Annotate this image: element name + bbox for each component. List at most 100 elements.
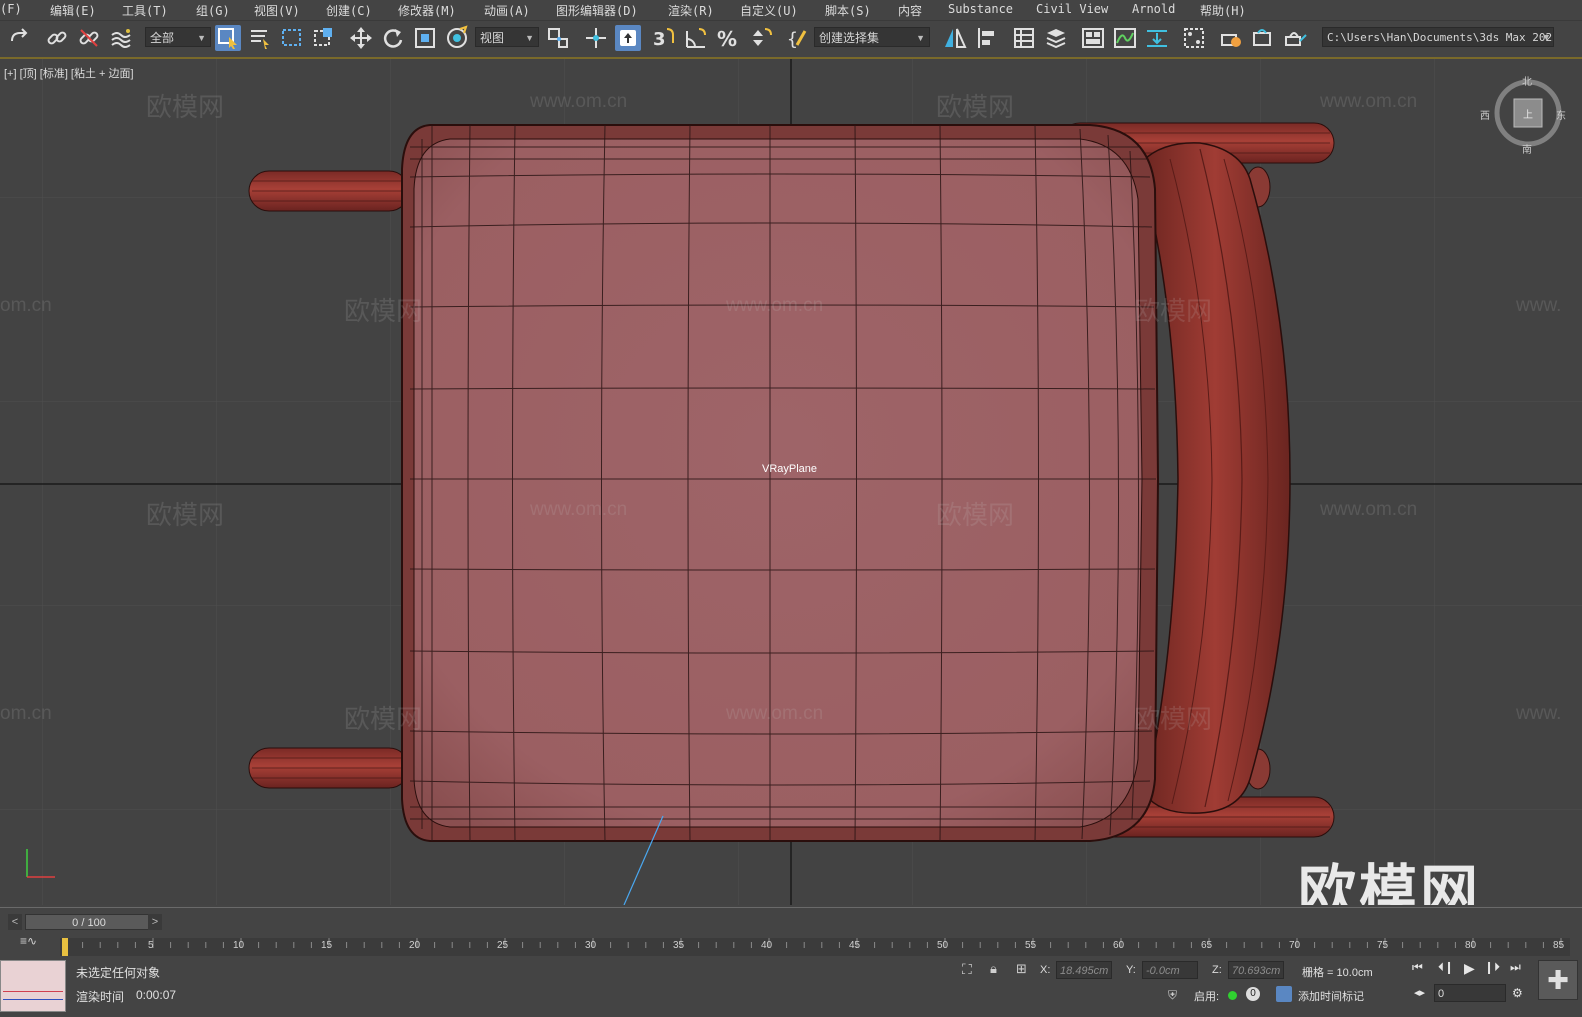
- enable-label: 启用:: [1194, 991, 1220, 1003]
- pivot-center-icon[interactable]: [545, 25, 571, 51]
- adaptive-degradation-icon[interactable]: ⛨: [1168, 988, 1177, 1003]
- time-tag-counter-icon[interactable]: 0: [1246, 987, 1260, 1001]
- menu-arnold[interactable]: Arnold: [1132, 2, 1175, 16]
- enabled-indicator-icon: [1228, 991, 1237, 1000]
- menu-content[interactable]: 内容: [898, 2, 922, 19]
- select-by-name-icon[interactable]: [247, 25, 273, 51]
- time-cursor[interactable]: [62, 938, 68, 956]
- time-slider-next[interactable]: >: [148, 914, 162, 930]
- menu-views[interactable]: 视图(V): [254, 2, 300, 19]
- select-manipulate-icon[interactable]: [583, 25, 609, 51]
- selection-filter-dropdown[interactable]: 全部 ▼: [145, 27, 211, 47]
- time-slider[interactable]: 0 / 100: [25, 914, 153, 930]
- menu-graph-editors[interactable]: 图形编辑器(D): [556, 2, 638, 19]
- tick-label: 65: [1201, 940, 1213, 951]
- link-icon[interactable]: [44, 25, 70, 51]
- y-coord-field[interactable]: -0.0cm: [1142, 961, 1198, 979]
- material-editor-icon[interactable]: [1181, 25, 1207, 51]
- mirror-icon[interactable]: [942, 25, 968, 51]
- watermark-url: www.om.cn: [530, 91, 628, 112]
- menu-customize[interactable]: 自定义(U): [740, 2, 798, 19]
- curve-editor-icon[interactable]: [1112, 25, 1138, 51]
- previous-frame-icon[interactable]: ⏴❙: [1438, 960, 1454, 975]
- render-production-icon[interactable]: [1282, 25, 1308, 51]
- toggle-ribbon-icon[interactable]: [1080, 25, 1106, 51]
- mini-curve-editor-icon[interactable]: ≡∿: [20, 934, 37, 948]
- rectangular-selection-region-icon[interactable]: [279, 25, 305, 51]
- viewcube-face-top[interactable]: 上: [1523, 106, 1533, 121]
- menu-file[interactable]: (F): [0, 2, 22, 16]
- add-time-tag-icon[interactable]: [1276, 986, 1292, 1002]
- time-track[interactable]: [60, 938, 1570, 956]
- angle-snap-icon[interactable]: [683, 25, 709, 51]
- rotate-icon[interactable]: [380, 25, 406, 51]
- isolate-selection-icon[interactable]: ⛶: [962, 961, 972, 978]
- reference-coordinate-dropdown[interactable]: 视图 ▼: [475, 27, 539, 47]
- tick-label: 45: [849, 940, 861, 951]
- align-icon[interactable]: [974, 25, 1000, 51]
- menu-help[interactable]: 帮助(H): [1200, 2, 1246, 19]
- menu-civil-view[interactable]: Civil View: [1036, 2, 1108, 16]
- status-bar: 未选定任何对象 渲染时间 0:00:07 ⛶ 🔒︎ ⊞ X: 18.495cm …: [0, 956, 1582, 1017]
- menu-create[interactable]: 创建(C): [326, 2, 372, 19]
- window-crossing-icon[interactable]: [311, 25, 337, 51]
- chair-seat-cushion[interactable]: [401, 124, 1160, 842]
- tick-label: 15: [321, 940, 333, 951]
- schematic-view-icon[interactable]: [1144, 25, 1170, 51]
- scene-explorer-icon[interactable]: [1011, 25, 1037, 51]
- menu-tools[interactable]: 工具(T): [122, 2, 168, 19]
- lock-icon[interactable]: 🔒︎: [990, 961, 997, 977]
- tick-label: 85: [1553, 940, 1565, 951]
- menu-substance[interactable]: Substance: [948, 2, 1013, 16]
- keyboard-shortcut-override-icon[interactable]: [615, 25, 641, 51]
- redo-icon[interactable]: [6, 25, 32, 51]
- snaps-toggle-icon[interactable]: 3: [651, 25, 677, 51]
- render-setup-icon[interactable]: [1218, 25, 1244, 51]
- named-selection-dropdown[interactable]: 创建选择集 ▼: [814, 27, 930, 47]
- viewport-label[interactable]: [+] [顶] [标准] [粘土 + 边面]: [4, 65, 134, 81]
- absolute-mode-icon[interactable]: ⊞: [1016, 961, 1027, 977]
- menu-rendering[interactable]: 渲染(R): [668, 2, 714, 19]
- render-time-value: 0:00:07: [136, 988, 177, 1002]
- percent-snap-icon[interactable]: %: [715, 25, 741, 51]
- z-coord-field[interactable]: 70.693cm: [1228, 961, 1284, 979]
- edit-named-selection-icon[interactable]: {: [785, 25, 811, 51]
- menu-animation[interactable]: 动画(A): [484, 2, 530, 19]
- top-viewport[interactable]: [+] [顶] [标准] [粘土 + 边面] 欧模网 www.om.cn 欧模网…: [0, 59, 1582, 905]
- move-icon[interactable]: [348, 25, 374, 51]
- time-configuration-icon[interactable]: ⚙: [1512, 986, 1523, 1000]
- watermark-url: www.om.cn: [1320, 499, 1418, 520]
- play-icon[interactable]: ▶: [1464, 960, 1475, 977]
- scale-icon[interactable]: [412, 25, 438, 51]
- x-coord-field[interactable]: 18.495cm: [1056, 961, 1112, 979]
- go-to-start-icon[interactable]: ⏮: [1412, 960, 1423, 975]
- unlink-icon[interactable]: [76, 25, 102, 51]
- snap-number: 3: [653, 29, 666, 50]
- project-path-dropdown[interactable]: C:\Users\Han\Documents\3ds Max 2022 ▼: [1322, 27, 1554, 47]
- viewcube[interactable]: 北 南 西 东 上: [1480, 77, 1566, 156]
- menu-edit[interactable]: 编辑(E): [50, 2, 96, 19]
- viewport-navigation-icon[interactable]: ✚: [1538, 960, 1578, 1000]
- select-object-icon[interactable]: [215, 25, 241, 51]
- tick-label: 80: [1465, 940, 1477, 951]
- next-frame-icon[interactable]: ❙⏵: [1484, 960, 1500, 975]
- menu-group[interactable]: 组(G): [196, 2, 230, 19]
- placement-icon[interactable]: [444, 25, 470, 51]
- go-to-end-icon[interactable]: ⏭: [1510, 960, 1521, 975]
- maxscript-listener-mini[interactable]: [0, 960, 66, 1012]
- time-slider-prev[interactable]: <: [8, 914, 22, 930]
- menu-scripting[interactable]: 脚本(S): [825, 2, 871, 19]
- tick-label: 10: [233, 940, 245, 951]
- watermark-url: www.: [1516, 295, 1562, 316]
- selection-filter-value: 全部: [150, 31, 175, 45]
- layer-explorer-icon[interactable]: [1043, 25, 1069, 51]
- key-mode-icon[interactable]: ◂▸: [1414, 986, 1425, 999]
- grid-size-label: 栅格 = 10.0cm: [1302, 967, 1373, 979]
- brand-watermark: 欧模网: [1298, 860, 1482, 905]
- rendered-frame-window-icon[interactable]: [1250, 25, 1276, 51]
- current-frame-field[interactable]: 0: [1434, 984, 1506, 1002]
- spinner-snap-icon[interactable]: [747, 25, 773, 51]
- add-time-tag-label[interactable]: 添加时间标记: [1298, 988, 1364, 1004]
- bind-spacewarp-icon[interactable]: [108, 25, 134, 51]
- menu-modifiers[interactable]: 修改器(M): [398, 2, 456, 19]
